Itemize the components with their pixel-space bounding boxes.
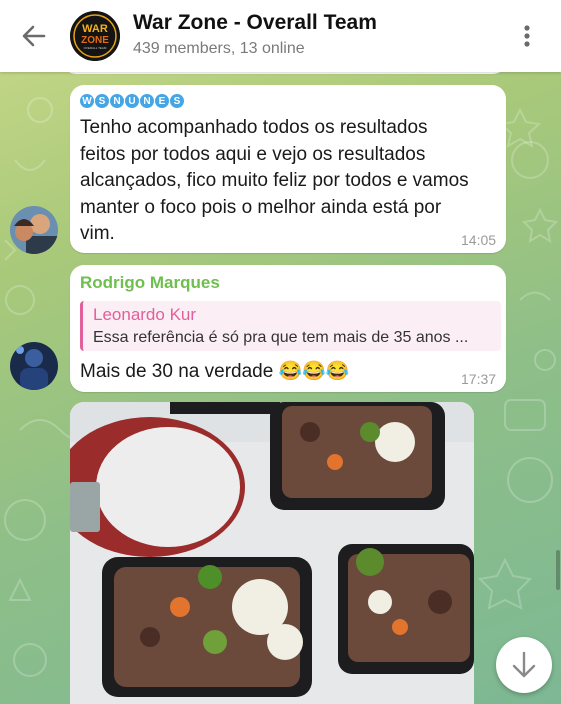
more-options-icon[interactable] — [515, 22, 539, 50]
scroll-to-bottom-button[interactable] — [496, 637, 552, 693]
sender-avatar[interactable] — [10, 206, 58, 254]
member-count: 439 members, 13 online — [133, 40, 305, 57]
message-text: Mais de 30 na verdade 😂😂😂 — [80, 361, 350, 382]
svg-text:OVERALL TEAM: OVERALL TEAM — [84, 46, 107, 50]
svg-text:WAR: WAR — [82, 23, 108, 35]
sender-tag[interactable]: W S N U N E S — [80, 94, 184, 110]
reply-text: Essa referência é só pra que tem mais de… — [93, 329, 469, 346]
message-bubble[interactable]: W S N U N E S Tenho acompanhado todos os… — [70, 85, 506, 253]
sender-avatar[interactable] — [10, 342, 58, 390]
scrollbar[interactable] — [556, 550, 560, 590]
message-time: 14:05 — [461, 232, 497, 248]
chat-header: WAR ZONE OVERALL TEAM War Zone - Overall… — [0, 0, 561, 72]
group-avatar[interactable]: WAR ZONE OVERALL TEAM — [70, 11, 120, 61]
group-title[interactable]: War Zone - Overall Team — [133, 11, 377, 35]
reply-sender-name: Leonardo Kur — [93, 305, 197, 324]
sender-name[interactable]: Rodrigo Marques — [80, 273, 220, 293]
svg-text:ZONE: ZONE — [81, 35, 109, 46]
message-time: 17:37 — [461, 371, 497, 387]
back-arrow-icon[interactable] — [20, 22, 48, 50]
message-text: Tenho acompanhado todos os resultados fe… — [80, 117, 469, 244]
message-bubble[interactable]: Rodrigo Marques Leonardo Kur Essa referê… — [70, 265, 506, 392]
reply-quote[interactable]: Leonardo Kur Essa referência é só pra qu… — [80, 301, 501, 351]
food-photo — [70, 402, 474, 704]
arrow-down-icon — [512, 651, 536, 678]
photo-message[interactable] — [70, 402, 474, 704]
